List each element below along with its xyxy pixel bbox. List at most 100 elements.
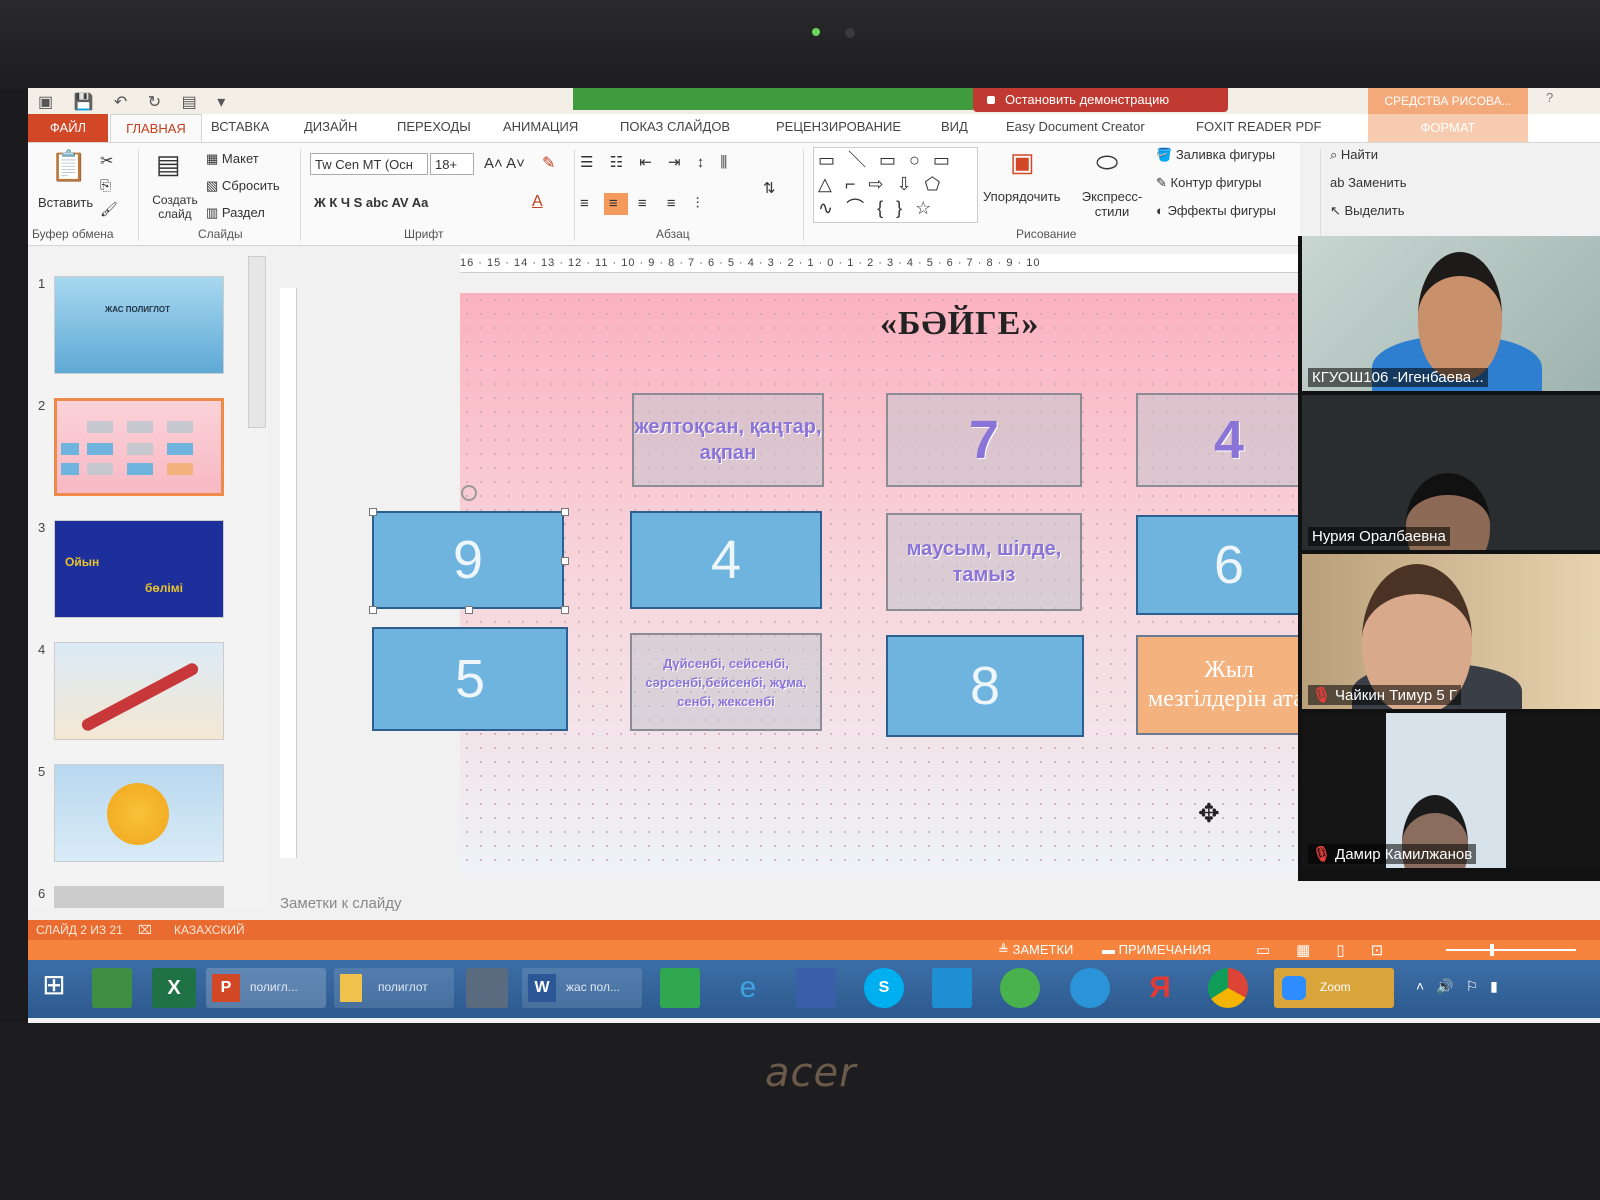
view-buttons[interactable]: ▭▦▯⊡ xyxy=(1256,941,1409,959)
card-7[interactable]: 7 xyxy=(886,393,1082,487)
tab-review[interactable]: РЕЦЕНЗИРОВАНИЕ xyxy=(776,119,901,134)
yandex-icon[interactable]: Я xyxy=(1140,968,1180,1008)
chrome-icon[interactable] xyxy=(1208,968,1248,1008)
clear-format-icon[interactable]: ✎ xyxy=(542,153,555,173)
app-icon[interactable] xyxy=(796,968,836,1008)
taskbar-zoom[interactable]: Zoom xyxy=(1274,968,1394,1008)
layout-button[interactable]: ▦ Макет xyxy=(206,151,259,167)
taskbar-word[interactable]: W жас пол... xyxy=(522,968,642,1008)
selection-handle[interactable] xyxy=(465,606,473,614)
zoom-participant-tile[interactable]: 🎙 Дамир Камилжанов xyxy=(1302,713,1600,868)
taskbar-folder[interactable]: полиглот xyxy=(334,968,454,1008)
arrange-button[interactable]: Упорядочить xyxy=(983,189,1060,204)
align-icons[interactable]: ≡ ≡ ≡ ≡ ⫶ xyxy=(580,195,707,212)
shapes-gallery[interactable]: ▭ ＼ ▭ ○ ▭ △ ⌐ ⇨ ⇩ ⬠ ∿ ⌒ { } ☆ xyxy=(813,147,978,223)
stop-share-button[interactable]: Остановить демонстрацию xyxy=(973,88,1228,112)
selection-handle[interactable] xyxy=(561,508,569,516)
tab-design[interactable]: ДИЗАЙН xyxy=(304,119,357,134)
tab-animations[interactable]: АНИМАЦИЯ xyxy=(503,119,578,134)
edge-icon[interactable] xyxy=(1070,968,1110,1008)
find-button[interactable]: ⌕ Найти xyxy=(1330,147,1378,163)
music-app-icon[interactable] xyxy=(1000,968,1040,1008)
selection-handle[interactable] xyxy=(561,557,569,565)
slide-thumbnail-4[interactable] xyxy=(54,642,224,740)
slide-thumbnail-2[interactable] xyxy=(54,398,224,496)
tab-home[interactable]: ГЛАВНАЯ xyxy=(110,114,202,142)
card-summer-months[interactable]: маусым, шілде, тамыз xyxy=(886,513,1082,611)
zoom-slider[interactable] xyxy=(1446,949,1576,951)
selection-handle[interactable] xyxy=(369,508,377,516)
tab-format[interactable]: ФОРМАТ xyxy=(1368,114,1528,142)
shape-fill-button[interactable]: 🪣 Заливка фигуры xyxy=(1156,147,1275,163)
notes-pane[interactable]: Заметки к слайду xyxy=(280,895,402,912)
font-color-icon[interactable]: A xyxy=(532,193,543,211)
zoom-slider-thumb[interactable] xyxy=(1490,944,1494,956)
taskbar-powerpoint[interactable]: P полигл... xyxy=(206,968,326,1008)
home-app-icon[interactable] xyxy=(932,968,972,1008)
font-format-buttons[interactable]: Ж К Ч S abc AV Aa xyxy=(314,195,428,210)
comments-toggle[interactable]: ▬ ПРИМЕЧАНИЯ xyxy=(1102,942,1211,957)
card-winter-months[interactable]: желтоқсан, қаңтар, ақпан xyxy=(632,393,824,487)
internet-explorer-icon[interactable]: e xyxy=(728,968,768,1008)
grow-font-icon[interactable]: A˄ A˅ xyxy=(484,155,525,172)
paste-button[interactable]: Вставить xyxy=(38,195,93,210)
rotate-handle-icon[interactable] xyxy=(461,485,477,501)
help-icon[interactable]: ? xyxy=(1546,90,1553,105)
spellcheck-icon[interactable]: ⌧ xyxy=(138,920,152,940)
windows-start-icon[interactable]: ⊞ xyxy=(34,968,74,1008)
section-button[interactable]: ▥ Раздел xyxy=(206,205,265,221)
new-slide-button[interactable]: Создать слайд xyxy=(150,193,200,221)
slide-thumbnail-5[interactable] xyxy=(54,764,224,862)
card-9-selected[interactable]: 9 xyxy=(372,511,564,609)
tab-view[interactable]: ВИД xyxy=(941,119,968,134)
excel-icon[interactable]: X xyxy=(152,968,196,1008)
card-4-top[interactable]: 4 xyxy=(1136,393,1320,487)
tab-file[interactable]: ФАЙЛ xyxy=(28,114,108,142)
list-icons[interactable]: ☰ ☷ ⇤ ⇥ ↕ ⫼ xyxy=(580,153,733,171)
zoom-participant-tile[interactable]: Нурия Оралбаевна xyxy=(1302,395,1600,550)
taskbar-label: полигл... xyxy=(250,980,298,994)
font-size-select[interactable]: 18+ xyxy=(430,153,474,175)
tab-slideshow[interactable]: ПОКАЗ СЛАЙДОВ xyxy=(620,119,730,134)
system-tray-icons[interactable]: ˄🔊⚐▮ xyxy=(1416,978,1510,995)
slide-thumbnail-6[interactable] xyxy=(54,886,224,908)
cut-icon[interactable]: ✂ xyxy=(100,151,113,171)
selection-handle[interactable] xyxy=(369,606,377,614)
zoom-participant-tile[interactable]: КГУОШ106 -Игенбаева... xyxy=(1302,236,1600,391)
font-name-select[interactable]: Tw Cen MT (Осн xyxy=(310,153,428,175)
quick-access-toolbar[interactable]: ▣ 💾 ↶ ↻ ▤ ▾ xyxy=(38,92,233,112)
shape-effects-button[interactable]: ◐ Эффекты фигуры xyxy=(1156,203,1276,218)
card-4-middle[interactable]: 4 xyxy=(630,511,822,609)
zoom-participant-tile[interactable]: 🎙 Чайкин Тимур 5 Г xyxy=(1302,554,1600,709)
language-indicator[interactable]: КАЗАХСКИЙ xyxy=(174,920,245,940)
card-5[interactable]: 5 xyxy=(372,627,568,731)
muted-mic-icon: 🎙 xyxy=(1312,687,1332,704)
text-direction-icon[interactable]: ⇅ xyxy=(763,179,776,197)
copy-icon[interactable]: ⎘ xyxy=(100,177,111,194)
card-weekdays[interactable]: Дүйсенбі, сейсенбі, сәрсенбі,бейсенбі, ж… xyxy=(630,633,822,731)
card-8[interactable]: 8 xyxy=(886,635,1084,737)
select-button[interactable]: ↖ Выделить xyxy=(1330,203,1405,219)
format-painter-icon[interactable]: 🖌 xyxy=(100,201,118,218)
reset-button[interactable]: ▧ Сбросить xyxy=(206,178,280,194)
slide-thumbnail-1[interactable]: ЖАС ПОЛИГЛОТ xyxy=(54,276,224,374)
calculator-icon[interactable] xyxy=(92,968,132,1008)
notes-toggle[interactable]: ≜ ЗАМЕТКИ xyxy=(998,942,1073,958)
tab-foxit-reader[interactable]: FOXIT READER PDF xyxy=(1196,119,1321,134)
selection-handle[interactable] xyxy=(561,606,569,614)
skype-icon[interactable]: S xyxy=(864,968,904,1008)
slide-thumbnail-3[interactable]: Ойын бөлімі xyxy=(54,520,224,618)
shape-outline-button[interactable]: ✎ Контур фигуры xyxy=(1156,175,1261,191)
tab-transitions[interactable]: ПЕРЕХОДЫ xyxy=(397,119,471,134)
settings-app-icon[interactable] xyxy=(466,968,508,1008)
card-name-seasons[interactable]: Жыл мезгілдерін ата. xyxy=(1136,635,1320,735)
store-icon[interactable] xyxy=(660,968,700,1008)
quick-styles-button[interactable]: Экспресс-стили xyxy=(1076,189,1148,219)
tab-insert[interactable]: ВСТАВКА xyxy=(211,119,269,134)
replace-button[interactable]: ab Заменить xyxy=(1330,175,1407,190)
card-6[interactable]: 6 xyxy=(1136,515,1320,615)
thumbnails-scrollbar[interactable] xyxy=(248,256,266,428)
slide-title[interactable]: «БӘЙГЕ» xyxy=(880,305,1039,343)
slide-canvas[interactable]: «БӘЙГЕ» желтоқсан, қаңтар, ақпан 7 4 9 4… xyxy=(369,293,1320,873)
tab-easy-document-creator[interactable]: Easy Document Creator xyxy=(1006,119,1145,134)
